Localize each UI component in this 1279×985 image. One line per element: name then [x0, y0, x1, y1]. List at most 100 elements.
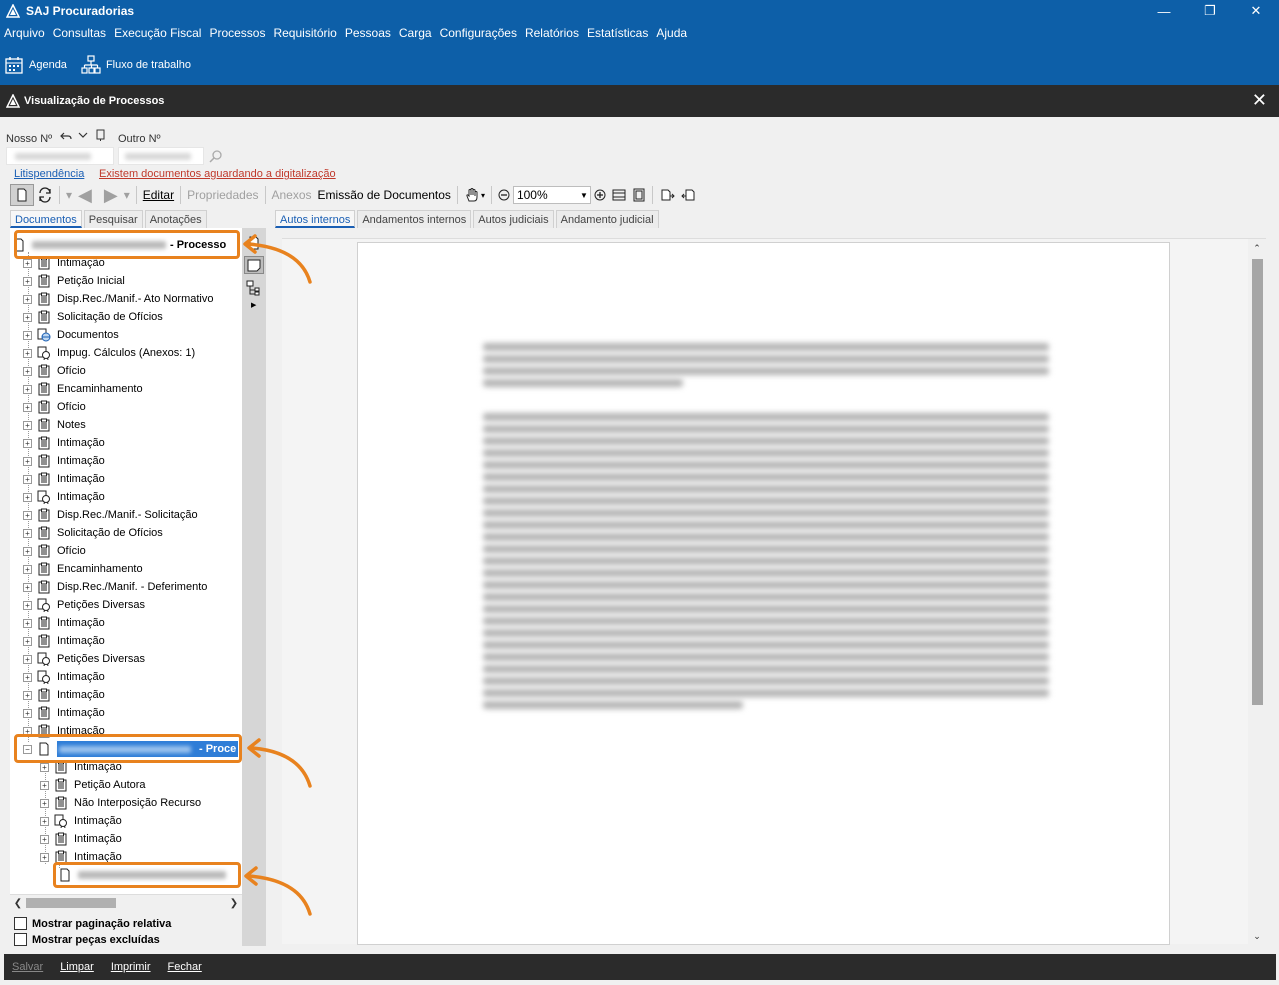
expand-icon[interactable]: + — [23, 348, 32, 358]
tree-item[interactable]: + Petições Diversas — [23, 650, 145, 668]
rotate-left-icon[interactable] — [656, 184, 678, 206]
tree-item[interactable]: + Encaminhamento — [23, 560, 143, 578]
tree-item[interactable]: + Encaminhamento — [23, 380, 143, 398]
left-tab-2[interactable]: Anotações — [144, 210, 207, 228]
expand-icon[interactable]: + — [23, 276, 32, 286]
bookmark-icon[interactable] — [95, 129, 106, 141]
menu-item-4[interactable]: Requisitório — [269, 22, 340, 44]
restore-icon[interactable]: ❐ — [1187, 0, 1233, 22]
expand-icon[interactable]: + — [23, 312, 32, 322]
expand-icon[interactable]: + — [23, 330, 32, 340]
expand-icon[interactable]: + — [23, 420, 32, 430]
outro-numero-input[interactable] — [118, 147, 204, 165]
refresh-button[interactable] — [34, 184, 56, 206]
expand-icon[interactable]: + — [23, 438, 32, 448]
right-tab-1[interactable]: Andamentos internos — [357, 210, 472, 228]
tree-item[interactable]: + Intimação — [23, 668, 105, 686]
fluxo-button[interactable]: Fluxo de trabalho — [81, 54, 191, 75]
next-page-icon[interactable]: ▶ — [101, 184, 121, 206]
tree-item[interactable]: + Intimação — [23, 470, 105, 488]
tree-horizontal-scrollbar[interactable]: ❮ ❯ — [10, 894, 242, 910]
expand-icon[interactable]: + — [23, 366, 32, 376]
expand-icon[interactable]: + — [23, 474, 32, 484]
zoom-select[interactable]: 100% ▼ — [512, 186, 591, 204]
expand-icon[interactable]: + — [23, 582, 32, 592]
fit-width-icon[interactable] — [609, 184, 629, 206]
window-close-icon[interactable]: ✕ — [1252, 91, 1267, 109]
menu-item-3[interactable]: Processos — [205, 22, 269, 44]
propriedades-button[interactable]: Propriedades — [184, 184, 261, 206]
tree-item[interactable]: + Disp.Rec./Manif.- Solicitação — [23, 506, 198, 524]
scroll-down-icon[interactable]: ⌄ — [1248, 929, 1266, 943]
salvar-button[interactable]: Salvar — [12, 961, 43, 973]
zoom-out-icon[interactable] — [495, 184, 513, 206]
chevron-down-icon[interactable] — [78, 130, 88, 140]
left-tab-1[interactable]: Pesquisar — [83, 210, 143, 228]
tree-item[interactable]: + Disp.Rec./Manif. - Deferimento — [23, 578, 207, 596]
tree-item[interactable]: + Intimação — [40, 830, 122, 848]
search-icon[interactable] — [209, 149, 223, 163]
menu-item-2[interactable]: Execução Fiscal — [110, 22, 205, 44]
expand-icon[interactable]: + — [40, 834, 49, 844]
tree-item[interactable]: + Petição Inicial — [23, 272, 125, 290]
editar-button[interactable]: Editar — [140, 184, 177, 206]
tree-item[interactable]: + Disp.Rec./Manif.- Ato Normativo — [23, 290, 214, 308]
left-tab-0[interactable]: Documentos — [10, 210, 82, 228]
menu-item-10[interactable]: Ajuda — [652, 22, 691, 44]
tree-item[interactable]: + Solicitação de Ofícios — [23, 524, 163, 542]
tree-item[interactable]: + Intimação — [23, 452, 105, 470]
agenda-button[interactable]: Agenda — [4, 55, 67, 75]
menu-item-7[interactable]: Configurações — [436, 22, 521, 44]
tree-item[interactable]: + Petição Autora — [40, 776, 146, 794]
tree-item[interactable]: + Intimação — [23, 686, 105, 704]
doc-view-button[interactable] — [10, 184, 34, 206]
expand-icon[interactable]: + — [23, 546, 32, 556]
viewer-scroll-thumb[interactable] — [1252, 259, 1263, 705]
menu-item-1[interactable]: Consultas — [49, 22, 110, 44]
right-tab-2[interactable]: Autos judiciais — [473, 210, 554, 228]
minimize-icon[interactable]: — — [1141, 0, 1187, 22]
close-icon[interactable]: ✕ — [1233, 0, 1279, 22]
scroll-left-icon[interactable]: ❮ — [10, 895, 26, 911]
limpar-button[interactable]: Limpar — [60, 961, 94, 973]
zoom-in-icon[interactable] — [591, 184, 609, 206]
expand-icon[interactable]: + — [23, 492, 32, 502]
tree-item[interactable]: + Ofício — [23, 542, 86, 560]
tree-item[interactable]: + Intimação — [23, 434, 105, 452]
expand-icon[interactable]: + — [23, 564, 32, 574]
menu-item-5[interactable]: Pessoas — [341, 22, 395, 44]
expand-icon[interactable]: + — [23, 456, 32, 466]
mostrar-paginacao-checkbox[interactable]: Mostrar paginação relativa — [14, 917, 171, 930]
scroll-up-icon[interactable]: ⌃ — [1248, 241, 1266, 255]
expand-icon[interactable]: + — [40, 780, 49, 790]
pan-tool-button[interactable]: ▾ — [461, 184, 488, 206]
expand-icon[interactable]: + — [23, 384, 32, 394]
tree-item[interactable]: + Ofício — [23, 398, 86, 416]
tree-structure-button[interactable] — [244, 280, 264, 298]
prev-page-icon[interactable]: ◀ — [75, 184, 95, 206]
expand-icon[interactable]: + — [40, 798, 49, 808]
tree-item[interactable]: + Não Interposição Recurso — [40, 794, 201, 812]
undo-icon[interactable] — [60, 130, 72, 142]
tree-item[interactable]: + Documentos — [23, 326, 119, 344]
tree-item[interactable]: + Intimação — [23, 704, 105, 722]
right-tab-0[interactable]: Autos internos — [275, 210, 356, 228]
litispendencia-link[interactable]: Litispendência — [14, 168, 84, 180]
tree-item[interactable]: + Intimação — [23, 614, 105, 632]
menu-item-9[interactable]: Estatísticas — [583, 22, 652, 44]
menu-item-8[interactable]: Relatórios — [521, 22, 583, 44]
expand-icon[interactable]: + — [40, 762, 49, 772]
expand-icon[interactable]: + — [23, 690, 32, 700]
expand-icon[interactable]: + — [23, 600, 32, 610]
viewer-vertical-scrollbar[interactable]: ⌃ ⌄ — [1248, 239, 1266, 945]
tree-item[interactable]: + Intimação — [23, 488, 105, 506]
imprimir-button[interactable]: Imprimir — [111, 961, 151, 973]
expand-icon[interactable]: + — [40, 816, 49, 826]
scroll-right-icon[interactable]: ❯ — [226, 895, 242, 911]
expand-icon[interactable]: + — [23, 510, 32, 520]
aguardando-digitalizacao-link[interactable]: Existem documentos aguardando a digitali… — [99, 168, 336, 180]
expand-icon[interactable]: + — [23, 528, 32, 538]
tree-more-icon[interactable]: ▶ — [251, 301, 256, 309]
tree-note-button[interactable] — [244, 256, 264, 274]
tree-item[interactable]: + Intimação — [23, 632, 105, 650]
